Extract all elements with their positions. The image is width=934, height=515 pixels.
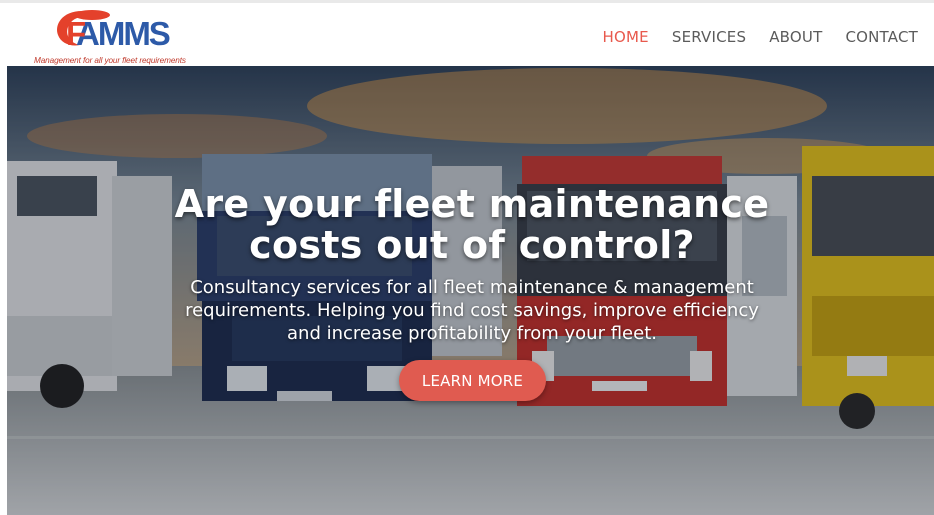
hero-headline-line2: costs out of control?: [249, 223, 695, 267]
svg-text:AMMS: AMMS: [76, 15, 170, 52]
logo-tagline: Management for all your fleet requiremen…: [34, 56, 186, 65]
learn-more-button[interactable]: LEARN MORE: [399, 360, 546, 401]
hero-headline-line1: Are your fleet maintenance: [174, 182, 770, 226]
site-header: AMMS F Management for all your fleet req…: [0, 0, 934, 66]
hero-subtext-line1: Consultancy services for all fleet maint…: [190, 277, 754, 298]
nav-contact[interactable]: CONTACT: [845, 27, 918, 47]
nav-about[interactable]: ABOUT: [769, 27, 822, 47]
famms-logo-mark: AMMS F: [57, 10, 172, 52]
hero-banner: Are your fleet maintenance costs out of …: [7, 66, 934, 515]
famms-logo[interactable]: AMMS F Management for all your fleet req…: [30, 7, 210, 65]
main-nav: HOME SERVICES ABOUT CONTACT: [603, 27, 918, 47]
nav-services[interactable]: SERVICES: [672, 27, 746, 47]
hero-headline: Are your fleet maintenance costs out of …: [7, 184, 934, 266]
hero-subtext-line2: requirements. Helping you find cost savi…: [185, 300, 759, 321]
hero-subtext: Consultancy services for all fleet maint…: [7, 276, 934, 345]
nav-home[interactable]: HOME: [603, 27, 649, 47]
svg-text:F: F: [66, 15, 86, 52]
hero-subtext-line3: and increase profitability from your fle…: [287, 323, 657, 344]
